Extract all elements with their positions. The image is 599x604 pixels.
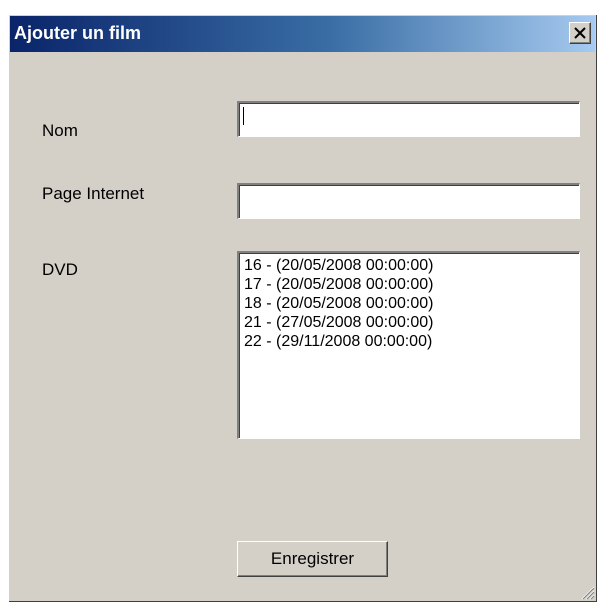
list-item[interactable]: 17 - (20/05/2008 00:00:00) xyxy=(244,275,574,294)
text-caret xyxy=(243,107,244,125)
dialog-window: Ajouter un film Nom Page Internet DVD 16… xyxy=(8,14,597,602)
dvd-label: DVD xyxy=(42,260,78,279)
close-icon xyxy=(574,27,586,39)
nom-label: Nom xyxy=(42,121,78,140)
page-internet-label: Page Internet xyxy=(42,184,145,203)
list-item[interactable]: 21 - (27/05/2008 00:00:00) xyxy=(244,313,574,332)
list-item[interactable]: 18 - (20/05/2008 00:00:00) xyxy=(244,294,574,313)
resize-grip-icon[interactable] xyxy=(579,584,595,600)
close-button[interactable] xyxy=(569,22,591,44)
window-title: Ajouter un film xyxy=(14,23,141,43)
nom-input[interactable] xyxy=(237,101,580,137)
list-item[interactable]: 22 - (29/11/2008 00:00:00) xyxy=(244,332,574,351)
save-button[interactable]: Enregistrer xyxy=(237,541,388,577)
list-item[interactable]: 16 - (20/05/2008 00:00:00) xyxy=(244,256,574,275)
nom-field-wrapper xyxy=(237,101,580,137)
title-bar[interactable]: Ajouter un film xyxy=(10,16,595,52)
page-internet-input[interactable] xyxy=(237,183,580,219)
dvd-listbox[interactable]: 16 - (20/05/2008 00:00:00) 17 - (20/05/2… xyxy=(237,251,580,439)
